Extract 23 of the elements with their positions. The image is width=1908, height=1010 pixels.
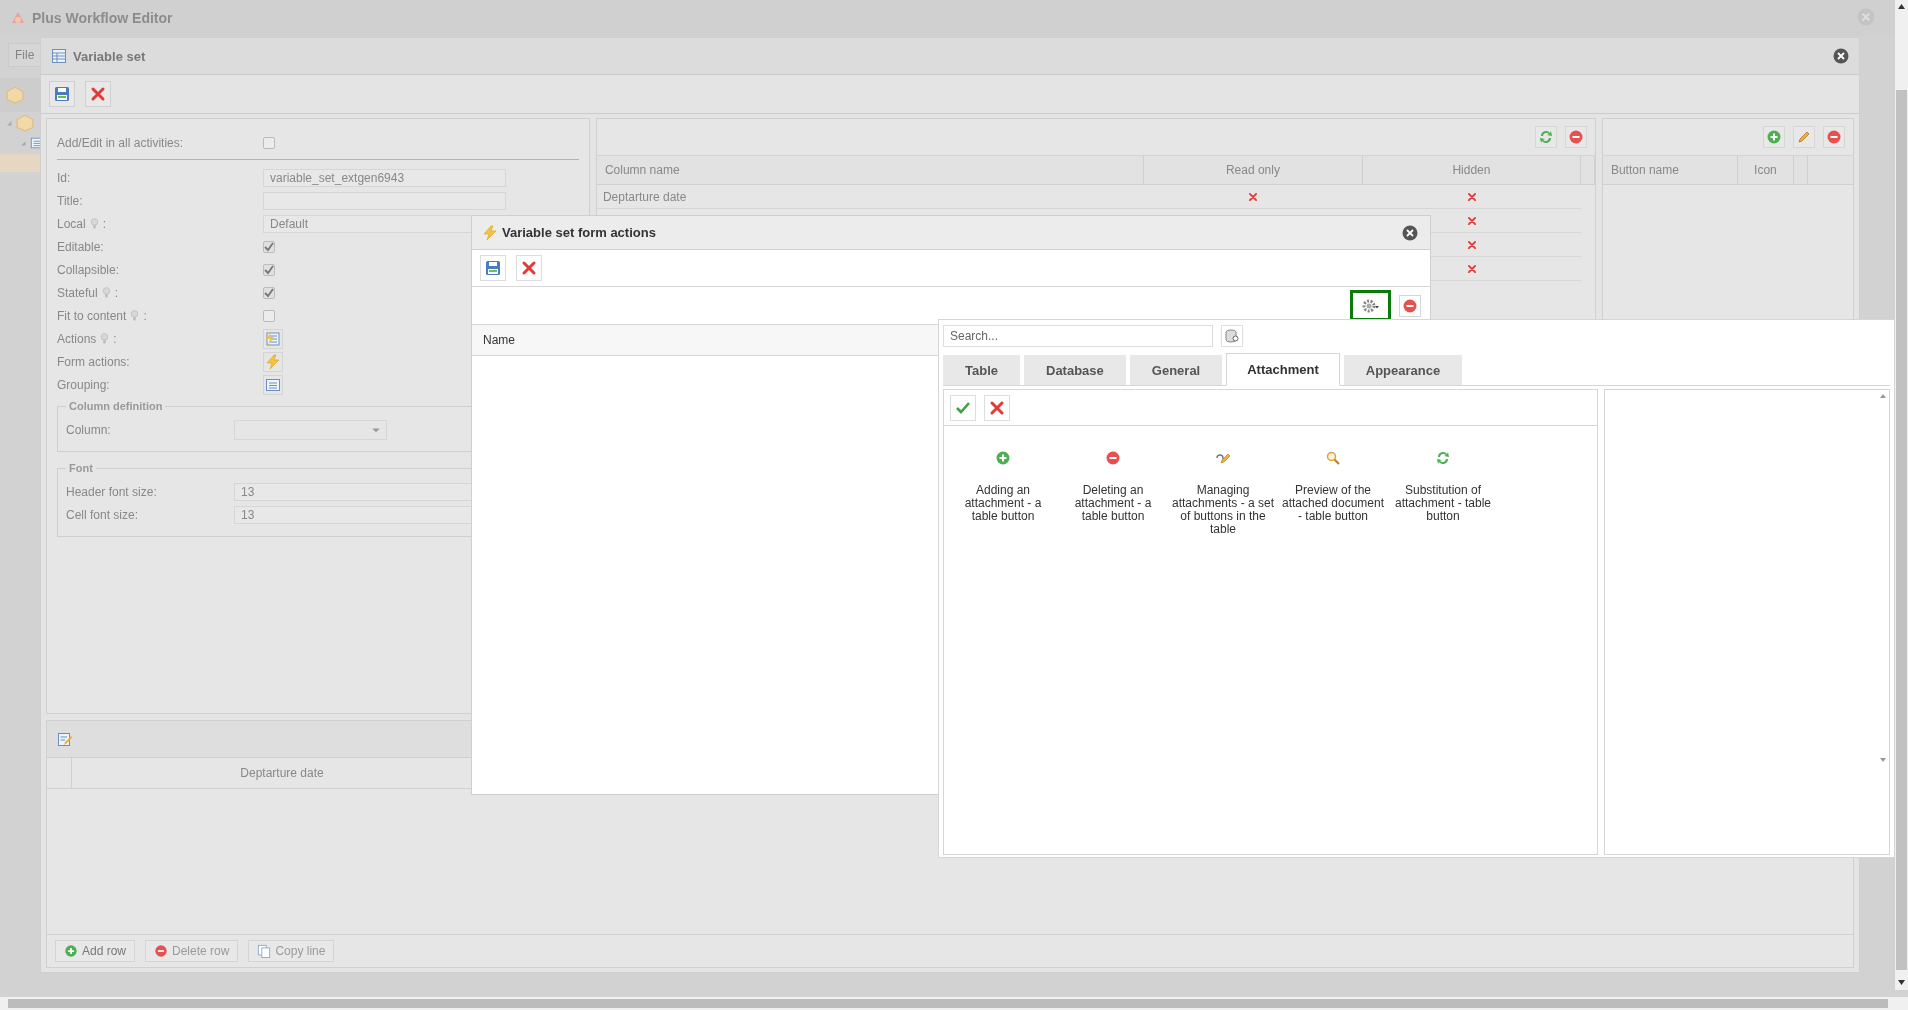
field-label: Header font size: bbox=[66, 484, 157, 499]
field-label: Id: bbox=[57, 170, 71, 185]
field-label: Add/Edit in all activities: bbox=[57, 136, 184, 150]
group-legend: Font bbox=[66, 462, 96, 474]
field-label: Fit to content bbox=[57, 308, 127, 323]
label-colon: : bbox=[114, 285, 119, 300]
field-label: Form actions: bbox=[57, 354, 130, 369]
group-legend: Column definition bbox=[66, 400, 166, 412]
field-label: Editable: bbox=[57, 239, 104, 254]
field-label: Column: bbox=[66, 422, 111, 437]
field-label: Collapsible: bbox=[57, 262, 120, 277]
label-colon: : bbox=[113, 331, 117, 346]
table-cell: Deptarture date bbox=[602, 189, 687, 204]
field-label: Grouping: bbox=[57, 377, 110, 392]
label-colon: : bbox=[102, 216, 107, 231]
app-title: Plus Workflow Editor bbox=[32, 10, 173, 26]
field-label: Stateful bbox=[57, 285, 98, 300]
field-label: Local bbox=[57, 216, 86, 231]
field-label: Title: bbox=[57, 193, 83, 208]
window-title: Variable set bbox=[73, 48, 146, 64]
label-colon: : bbox=[143, 308, 147, 323]
field-label: Cell font size: bbox=[66, 507, 139, 522]
field-label: Actions bbox=[57, 331, 97, 346]
